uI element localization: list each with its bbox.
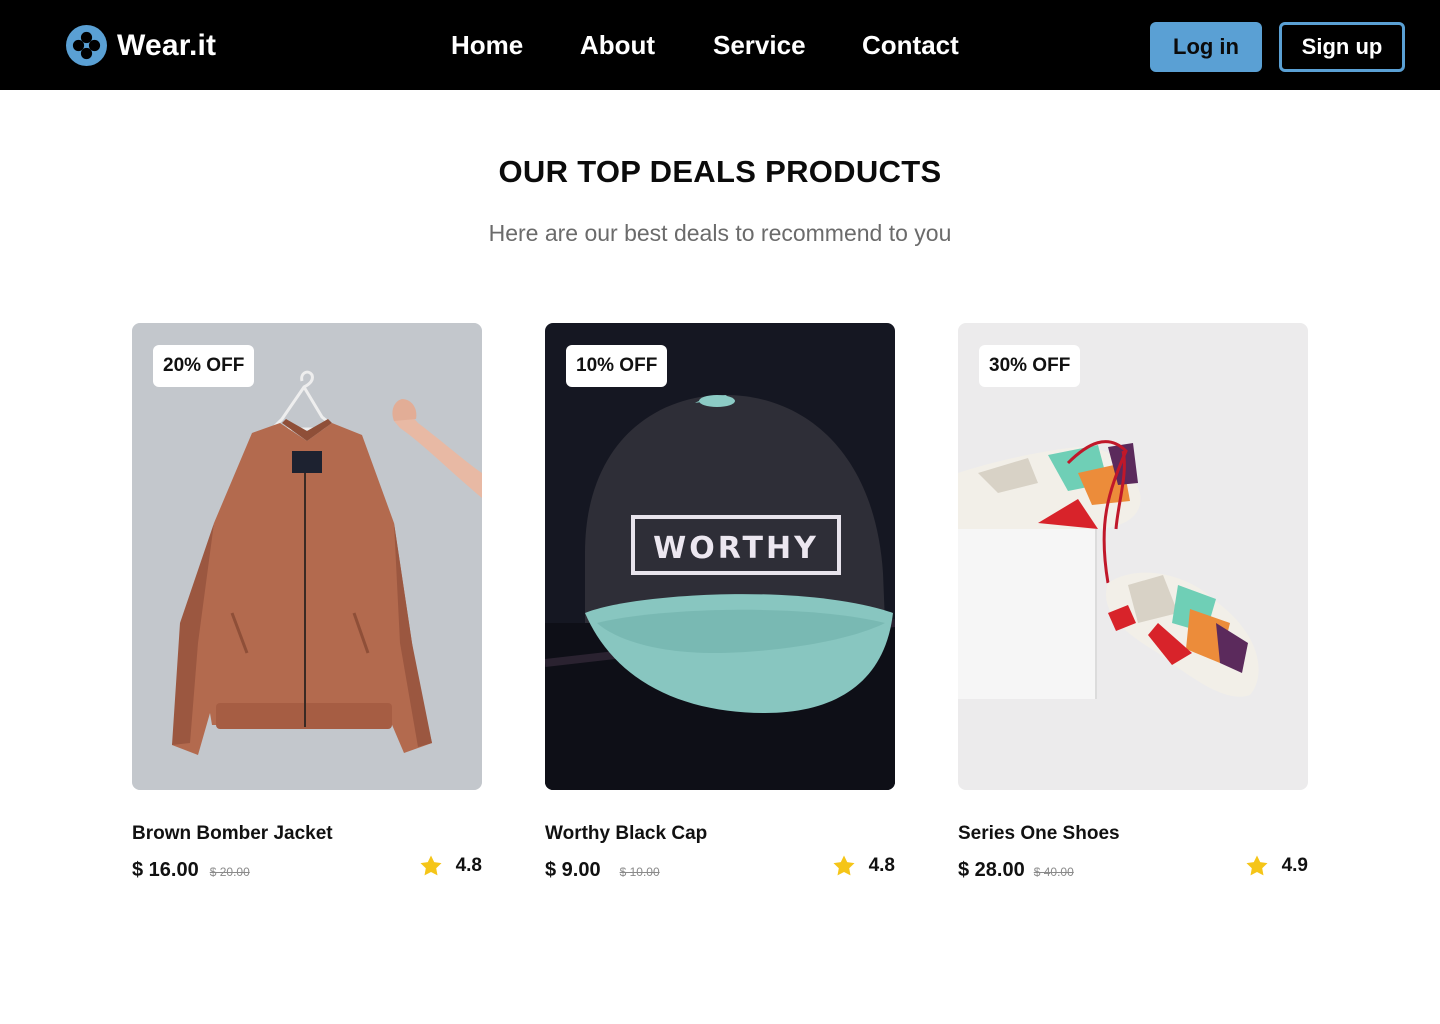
rating-value: 4.8 — [455, 855, 482, 876]
price-row: $ 16.00 $ 20.00 — [132, 859, 250, 882]
star-icon — [833, 855, 855, 876]
original-price: $ 20.00 — [209, 865, 250, 879]
product-rating: 4.8 — [419, 854, 482, 878]
login-button[interactable]: Log in — [1150, 22, 1262, 72]
section-title: OUR TOP DEALS PRODUCTS — [498, 154, 942, 189]
nav-service[interactable]: Service — [713, 30, 806, 61]
product-price: $ 9.00 — [545, 859, 601, 881]
star-icon — [420, 855, 442, 876]
rating-value: 4.9 — [1281, 855, 1308, 876]
product-card[interactable]: WORTHY 10% OFF Worthy Black Cap $ 9.00 $… — [545, 323, 895, 881]
product-rating: 4.8 — [832, 854, 895, 878]
product-image[interactable]: WORTHY 10% OFF — [545, 323, 895, 790]
original-price: $ 10.00 — [619, 865, 660, 879]
product-image[interactable]: 20% OFF — [132, 323, 482, 790]
top-navbar: Wear.it Home About Service Contact Log i… — [0, 0, 1440, 90]
nav-home[interactable]: Home — [451, 30, 523, 61]
price-row: $ 9.00 $ 10.00 — [545, 859, 660, 882]
star-icon — [1246, 855, 1268, 876]
product-price: $ 16.00 — [132, 859, 199, 881]
section-subtitle: Here are our best deals to recommend to … — [488, 220, 952, 246]
price-row: $ 28.00 $ 40.00 — [958, 859, 1074, 882]
nav-contact[interactable]: Contact — [862, 30, 959, 61]
brown-bomber-jacket-photo — [132, 323, 482, 790]
discount-badge: 20% OFF — [153, 345, 255, 387]
nav-about[interactable]: About — [580, 30, 655, 61]
product-rating: 4.9 — [1245, 854, 1308, 878]
product-card[interactable]: 20% OFF Brown Bomber Jacket $ 16.00 $ 20… — [132, 323, 482, 881]
product-name[interactable]: Worthy Black Cap — [545, 823, 707, 845]
original-price: $ 40.00 — [1033, 865, 1074, 879]
discount-badge: 10% OFF — [566, 345, 668, 387]
product-price: $ 28.00 — [958, 859, 1025, 881]
cap-logo-text: WORTHY — [653, 531, 819, 566]
worthy-black-cap-photo: WORTHY — [545, 323, 895, 790]
discount-badge: 30% OFF — [979, 345, 1081, 387]
product-card[interactable]: 30% OFF Series One Shoes $ 28.00 $ 40.00… — [958, 323, 1308, 881]
product-image[interactable]: 30% OFF — [958, 323, 1308, 790]
series-one-shoes-photo — [958, 323, 1308, 790]
rating-value: 4.8 — [868, 855, 895, 876]
signup-button[interactable]: Sign up — [1279, 22, 1405, 72]
product-name[interactable]: Brown Bomber Jacket — [132, 823, 333, 845]
product-name[interactable]: Series One Shoes — [958, 823, 1120, 845]
